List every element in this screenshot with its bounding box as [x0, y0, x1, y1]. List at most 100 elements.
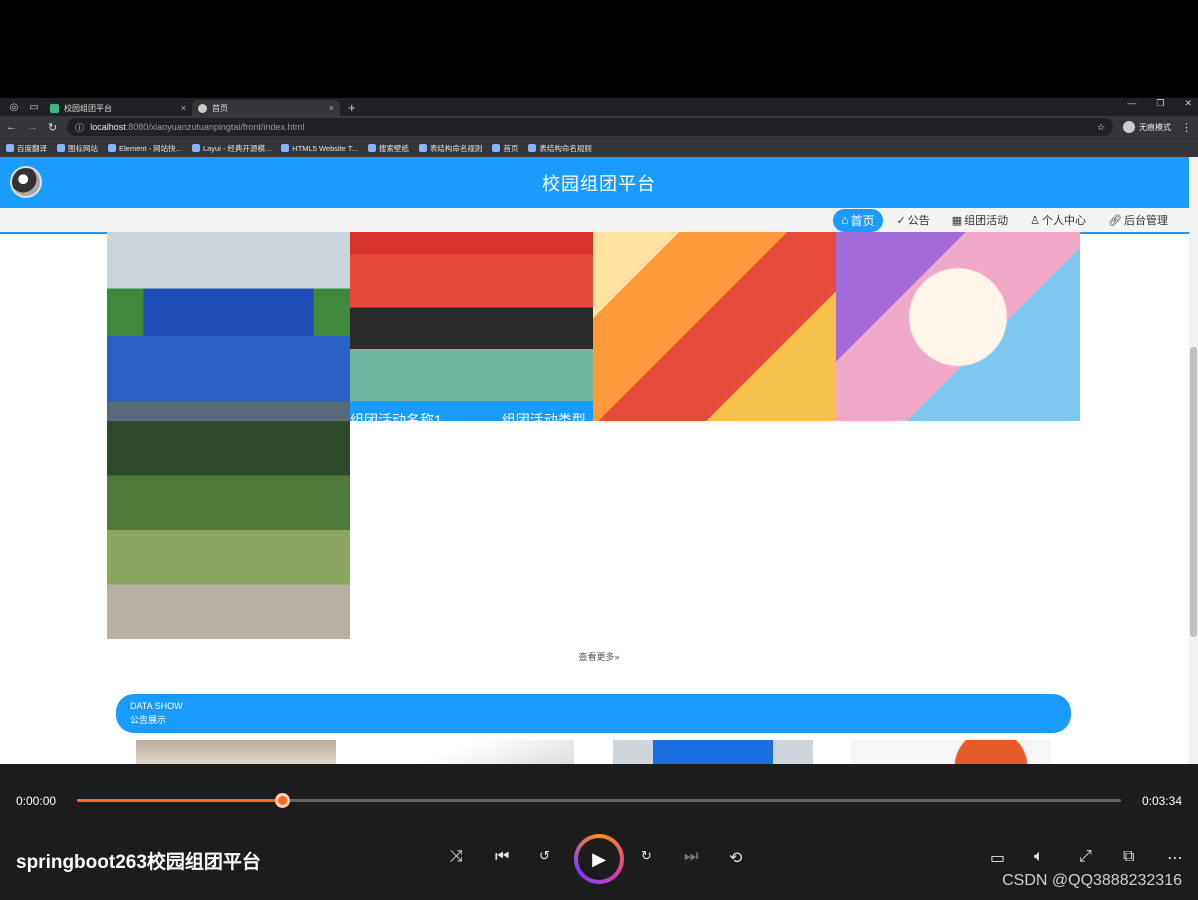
- next-icon[interactable]: ⏭: [684, 848, 698, 866]
- minimize-icon[interactable]: —: [1127, 98, 1136, 109]
- address-bar-row: ← → ↻ ⓘ localhost:8080/xiaoyuanzutuanpin…: [0, 116, 1198, 138]
- activity-card[interactable]: [836, 232, 1080, 421]
- bookmark-item[interactable]: 首页: [492, 143, 518, 154]
- rewind-10-icon[interactable]: ↺: [539, 848, 550, 864]
- play-button[interactable]: ▶: [574, 834, 624, 884]
- nav-item[interactable]: ⌂ 首页: [833, 208, 883, 232]
- nav-label: 公告: [907, 215, 930, 227]
- card-overlay: 组团活动名称1 组团活动类型: [350, 401, 593, 421]
- restore-icon[interactable]: ❐: [1156, 98, 1164, 109]
- previous-icon[interactable]: ⏮: [495, 848, 509, 866]
- bookmark-icon: [108, 144, 116, 152]
- video-title: springboot263校园组团平台: [16, 852, 261, 873]
- tab-campus-platform[interactable]: 校园组团平台 ×: [44, 100, 192, 116]
- close-tab-icon[interactable]: ×: [181, 103, 186, 113]
- site-nav: ⌂ 首页 ✓ 公告 ▦ 组团活动 ♙ 个人中心 🔗︎ 后台管理: [0, 208, 1198, 234]
- bookmark-label: 百度翻译: [17, 143, 47, 153]
- nav-item[interactable]: ✓ 公告: [889, 209, 938, 231]
- bookmark-item[interactable]: 图标网站: [57, 143, 98, 154]
- mini-player-icon[interactable]: ⧉: [1123, 848, 1134, 866]
- bookmark-item[interactable]: 表结构命名规则: [528, 143, 592, 154]
- notice-thumbnail[interactable]: [851, 740, 1051, 764]
- user-icon: ♙: [1030, 214, 1041, 227]
- bookmark-label: 图标网站: [68, 143, 98, 153]
- activity-card[interactable]: [107, 421, 350, 639]
- back-icon[interactable]: ←: [6, 121, 17, 133]
- bookmark-item[interactable]: Layui - 经典开源模...: [191, 143, 272, 154]
- tab-title: 首页: [212, 103, 228, 113]
- bookmark-label: 表结构命名规则: [539, 143, 592, 153]
- page-scrollbar[interactable]: [1189, 157, 1198, 764]
- activity-image: [107, 421, 350, 639]
- player-controls: springboot263校园组团平台 ⤨ ⏮ ↺ ▶ ↻ ⏭ ⟲ ▭ 🔈︎ ⤢…: [0, 834, 1198, 900]
- bookmark-item[interactable]: 百度翻译: [6, 143, 47, 154]
- bookmark-icon: [492, 144, 501, 152]
- notice-thumbnail[interactable]: [613, 740, 813, 764]
- bookmark-label: Layui - 经典开源模...: [202, 143, 272, 153]
- reload-icon[interactable]: ↻: [48, 121, 57, 134]
- new-tab-button[interactable]: +: [348, 100, 356, 115]
- url-host: localhost: [90, 122, 126, 132]
- activity-card[interactable]: 组团活动名称1 组团活动类型: [350, 232, 593, 421]
- notice-thumbnail[interactable]: [374, 740, 574, 764]
- bookmark-item[interactable]: 表结构命名规则: [418, 143, 483, 154]
- activity-card[interactable]: [107, 232, 350, 421]
- seek-knob[interactable]: [275, 793, 290, 808]
- double-chevron-right-icon: »: [614, 652, 620, 662]
- timeline: 0:00:00 0:03:34: [0, 764, 1198, 834]
- notice-thumbnail[interactable]: [136, 740, 336, 764]
- more-options-icon[interactable]: ⋯: [1167, 848, 1183, 868]
- seek-bar-fill: [77, 799, 282, 802]
- nav-item[interactable]: ♙ 个人中心: [1022, 209, 1094, 231]
- activity-image: [350, 232, 593, 421]
- nav-label: 后台管理: [1124, 215, 1168, 227]
- activity-card[interactable]: [593, 232, 836, 421]
- activity-image: [836, 232, 1080, 421]
- volume-icon[interactable]: 🔈︎: [1034, 848, 1044, 866]
- current-time: 0:00:00: [16, 794, 57, 808]
- close-tab-icon[interactable]: ×: [329, 103, 334, 113]
- more-link[interactable]: 查看更多»: [0, 650, 1198, 663]
- bookmark-star-icon[interactable]: ☆: [1097, 122, 1105, 133]
- more-link-label: 查看更多: [578, 652, 615, 662]
- vue-icon: [50, 103, 59, 113]
- url-input[interactable]: ⓘ localhost:8080/xiaoyuanzutuanpingtai/f…: [67, 118, 1113, 136]
- close-window-icon[interactable]: ✕: [1184, 98, 1192, 109]
- nav-item[interactable]: 🔗︎ 后台管理: [1100, 209, 1176, 231]
- bookmark-item[interactable]: 搜索壁纸: [367, 143, 409, 154]
- site-header: 校园组团平台: [0, 157, 1198, 208]
- subtitles-icon[interactable]: ▭: [990, 848, 1005, 868]
- bookmark-icon: [6, 144, 14, 152]
- fullscreen-icon[interactable]: ⤢: [1079, 848, 1092, 866]
- tab-search-icon[interactable]: ▭: [27, 100, 41, 114]
- bookmark-icon: [367, 144, 376, 152]
- bookmark-item[interactable]: HTML5 Website T...: [281, 144, 358, 153]
- section-title-en: DATA SHOW: [130, 701, 183, 711]
- bookmark-label: 首页: [503, 143, 519, 153]
- seek-bar[interactable]: [77, 793, 1121, 808]
- incognito-indicator[interactable]: 无痕模式: [1123, 121, 1171, 133]
- bookmark-label: HTML5 Website T...: [292, 143, 358, 153]
- nav-item[interactable]: ▦ 组团活动: [944, 209, 1016, 231]
- forward-icon[interactable]: →: [27, 121, 38, 133]
- bookmark-icon: [528, 144, 537, 152]
- menu-dots-icon[interactable]: ⋮: [1181, 121, 1192, 134]
- shuffle-icon[interactable]: ⤨: [450, 848, 463, 866]
- incognito-label: 无痕模式: [1139, 122, 1171, 132]
- browser-menu-icon[interactable]: ◎: [7, 100, 21, 114]
- scrollbar-thumb[interactable]: [1190, 347, 1197, 637]
- bookmark-label: Element - 网站快...: [119, 143, 182, 153]
- bookmark-label: 表结构命名规则: [429, 143, 483, 153]
- watermark: CSDN @QQ3888232316: [1002, 872, 1182, 889]
- nav-label: 组团活动: [964, 215, 1009, 227]
- bookmark-icon: [191, 144, 200, 152]
- video-player: ◎ ▭ 校园组团平台 × 首页 × + — ❐ ✕ ← → ↻ ⓘ localh…: [0, 0, 1198, 900]
- window-controls: — ❐ ✕: [1127, 98, 1192, 109]
- site-logo[interactable]: [10, 166, 42, 198]
- url-path: :8080/xiaoyuanzutuanpingtai/front/index.…: [125, 122, 305, 132]
- tab-home[interactable]: 首页 ×: [192, 100, 340, 116]
- home-icon: ⌂: [841, 213, 849, 227]
- forward-30-icon[interactable]: ↻: [641, 848, 652, 864]
- repeat-off-icon[interactable]: ⟲: [729, 848, 742, 868]
- bookmark-item[interactable]: Element - 网站快...: [108, 143, 182, 154]
